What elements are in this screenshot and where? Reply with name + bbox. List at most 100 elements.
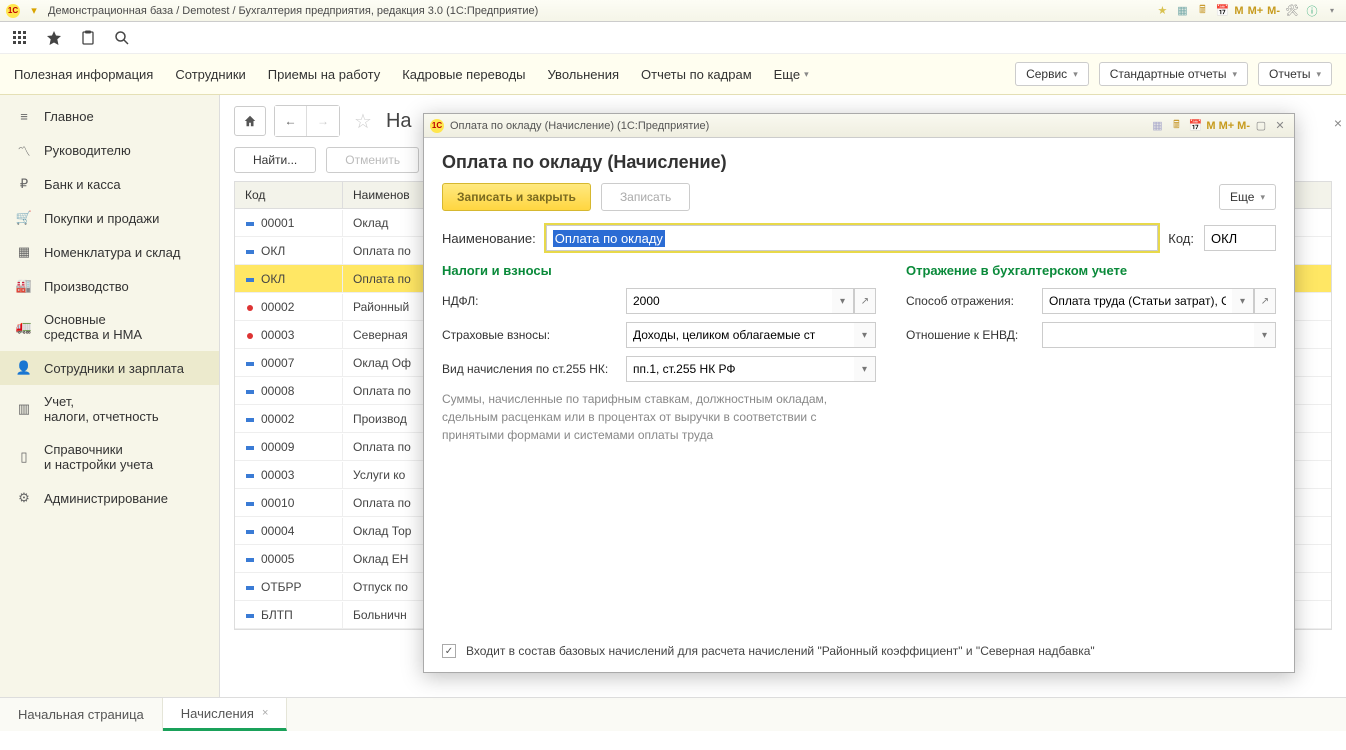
open-ref-icon[interactable]: ↗: [854, 288, 876, 314]
person-icon: 👤: [16, 360, 32, 376]
nav-link[interactable]: Приемы на работу: [268, 67, 380, 82]
col-code[interactable]: Код: [235, 182, 343, 208]
dialog-titlebar[interactable]: 1С Оплата по окладу (Начисление) (1С:Пре…: [424, 114, 1294, 138]
nav-link[interactable]: Сотрудники: [175, 67, 245, 82]
method-combo[interactable]: ▾ ↗: [1042, 288, 1276, 314]
calendar-icon[interactable]: 📅: [1187, 118, 1203, 134]
mplus-button[interactable]: M+: [1248, 5, 1264, 17]
sidebar-item-employees[interactable]: 👤Сотрудники и зарплата: [0, 351, 219, 385]
open-ref-icon[interactable]: ↗: [1254, 288, 1276, 314]
search-icon[interactable]: [114, 30, 130, 46]
sidebar-item-tax[interactable]: ▥Учет, налоги, отчетность: [0, 385, 219, 433]
save-close-button[interactable]: Записать и закрыть: [442, 183, 591, 211]
chart-icon: 〽: [16, 142, 32, 158]
chevron-down-icon: ▾: [1232, 69, 1237, 80]
mminus-button[interactable]: M-: [1267, 5, 1280, 17]
reports-button[interactable]: Отчеты▾: [1258, 62, 1332, 86]
std-reports-button[interactable]: Стандартные отчеты▾: [1099, 62, 1248, 86]
chevron-down-icon[interactable]: ▾: [854, 356, 876, 382]
nav-more[interactable]: Еще▾: [774, 67, 809, 82]
chevron-down-icon[interactable]: ▾: [854, 322, 876, 348]
sidebar-item-stock[interactable]: ▦Номенклатура и склад: [0, 235, 219, 269]
favorite-icon[interactable]: ☆: [354, 109, 372, 134]
find-button[interactable]: Найти...: [234, 147, 316, 173]
home-icon: ≡: [16, 108, 32, 124]
sidebar-item-refs[interactable]: ▯Справочники и настройки учета: [0, 433, 219, 481]
base-accrual-checkbox[interactable]: ✓: [442, 644, 456, 658]
boxes-icon: ▦: [16, 244, 32, 260]
save-button[interactable]: Записать: [601, 183, 690, 211]
m-button[interactable]: M: [1206, 120, 1215, 132]
more-button[interactable]: Еще▾: [1219, 184, 1276, 210]
kind-combo[interactable]: ▾: [626, 356, 876, 382]
mminus-button[interactable]: M-: [1237, 120, 1250, 132]
dialog-heading: Оплата по окладу (Начисление): [442, 152, 1276, 173]
chevron-down-icon[interactable]: ▾: [832, 288, 854, 314]
sidebar-item-admin[interactable]: ⚙Администрирование: [0, 481, 219, 515]
mplus-button[interactable]: M+: [1219, 120, 1235, 132]
sidebar-item-purchase[interactable]: 🛒Покупки и продажи: [0, 201, 219, 235]
apps-grid-icon[interactable]: [12, 30, 28, 46]
code-label: Код:: [1168, 231, 1194, 246]
footer-check-label: Входит в состав базовых начислений для р…: [466, 644, 1095, 658]
blue-marker-icon: [245, 246, 255, 256]
tab-start[interactable]: Начальная страница: [0, 698, 163, 731]
cancel-filter-button[interactable]: Отменить: [326, 147, 419, 173]
clipboard-icon[interactable]: [80, 30, 96, 46]
blue-marker-icon: [245, 582, 255, 592]
close-view-icon[interactable]: ×: [1334, 115, 1342, 131]
nav-bar: Полезная информация Сотрудники Приемы на…: [0, 54, 1346, 95]
red-marker-icon: [245, 302, 255, 312]
sidebar-item-production[interactable]: 🏭Производство: [0, 269, 219, 303]
calendar-icon[interactable]: 📅: [1214, 3, 1230, 19]
blue-marker-icon: [245, 554, 255, 564]
service-button[interactable]: Сервис▾: [1015, 62, 1089, 86]
code-input[interactable]: [1204, 225, 1276, 251]
blue-marker-icon: [245, 358, 255, 368]
insurance-combo[interactable]: ▾: [626, 322, 876, 348]
info-icon[interactable]: ⓘ: [1304, 3, 1320, 19]
bars-icon: ▥: [16, 401, 32, 417]
calc-icon[interactable]: 🖩: [1168, 118, 1184, 134]
gear-icon: ⚙: [16, 490, 32, 506]
nav-link[interactable]: Кадровые переводы: [402, 67, 525, 82]
close-icon[interactable]: ✕: [1272, 118, 1288, 134]
back-button[interactable]: ←: [275, 106, 307, 136]
dropdown-icon[interactable]: ▾: [26, 3, 42, 19]
home-button[interactable]: [234, 106, 266, 136]
wrench-icon[interactable]: 🛠: [1284, 3, 1300, 19]
star-icon[interactable]: [46, 30, 62, 46]
chevron-down-icon[interactable]: ▾: [1232, 288, 1254, 314]
calc-icon[interactable]: 🖩: [1194, 3, 1210, 19]
blue-marker-icon: [245, 218, 255, 228]
tab-accruals[interactable]: Начисления×: [163, 698, 288, 731]
sidebar-item-main[interactable]: ≡Главное: [0, 99, 219, 133]
bottom-tabs: Начальная страница Начисления×: [0, 697, 1346, 731]
chevron-down-icon[interactable]: ▾: [1254, 322, 1276, 348]
ndfl-combo[interactable]: ▾ ↗: [626, 288, 876, 314]
blue-marker-icon: [245, 386, 255, 396]
info-dropdown-icon[interactable]: ▾: [1324, 3, 1340, 19]
nav-link[interactable]: Отчеты по кадрам: [641, 67, 752, 82]
nav-link[interactable]: Увольнения: [548, 67, 619, 82]
sidebar-item-assets[interactable]: 🚛Основные средства и НМА: [0, 303, 219, 351]
forward-button[interactable]: →: [307, 106, 339, 136]
star-icon[interactable]: ★: [1154, 3, 1170, 19]
note-icon[interactable]: ▦: [1149, 118, 1165, 134]
nav-link[interactable]: Полезная информация: [14, 67, 153, 82]
kind-label: Вид начисления по ст.255 НК:: [442, 362, 620, 376]
sidebar-item-manager[interactable]: 〽Руководителю: [0, 133, 219, 167]
blue-marker-icon: [245, 274, 255, 284]
blue-marker-icon: [245, 498, 255, 508]
sidebar-item-bank[interactable]: ₽Банк и касса: [0, 167, 219, 201]
blue-marker-icon: [245, 442, 255, 452]
name-input[interactable]: Оплата по окладу: [546, 225, 1159, 251]
window-restore-icon[interactable]: ▢: [1253, 118, 1269, 134]
envd-combo[interactable]: ▾: [1042, 322, 1276, 348]
note-icon[interactable]: ▦: [1174, 3, 1190, 19]
m-button[interactable]: M: [1234, 5, 1243, 17]
sidebar: ≡Главное 〽Руководителю ₽Банк и касса 🛒По…: [0, 95, 220, 697]
tax-section-header: Налоги и взносы: [442, 263, 876, 278]
close-tab-icon[interactable]: ×: [262, 707, 268, 719]
ruble-icon: ₽: [16, 176, 32, 192]
